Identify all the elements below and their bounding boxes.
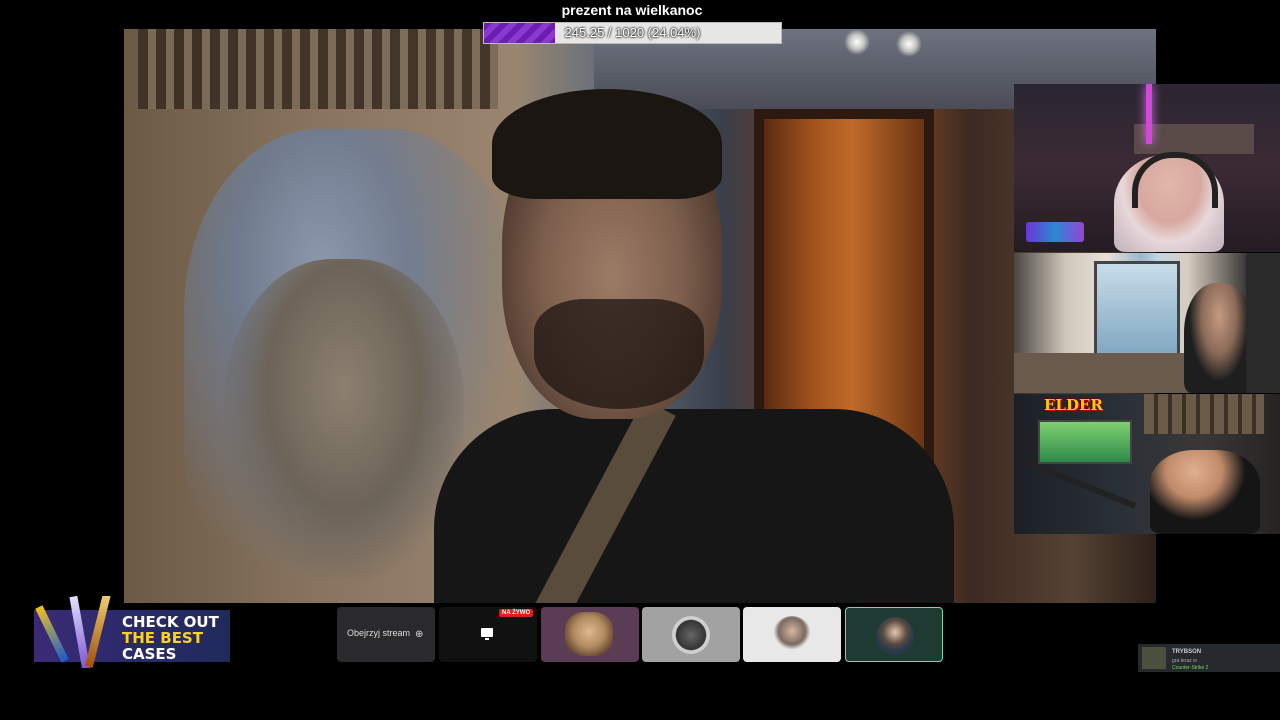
shelves: [1144, 394, 1264, 434]
avatar: [876, 617, 914, 655]
notification-game: Counter-Strike 2: [1172, 665, 1209, 671]
neon-light: [1146, 84, 1152, 144]
ceiling-light: [896, 31, 922, 57]
guest-cam-2-edge: [1246, 253, 1280, 393]
live-badge: NA ŻYWO: [499, 609, 534, 617]
watch-stream-label: Obejrzyj stream: [347, 628, 411, 638]
game-thumbnail: [1142, 647, 1166, 669]
notification-subtitle: gra teraz w: [1172, 658, 1197, 664]
streamer-hair: [492, 89, 722, 199]
participant-tile-4-active[interactable]: [845, 607, 943, 662]
rgb-keyboard: [1026, 222, 1084, 242]
live-tile[interactable]: NA ŻYWO: [439, 607, 537, 662]
streamer-body: [434, 409, 954, 603]
participant-tile-3[interactable]: [743, 607, 841, 662]
goal-progress-bar: 245.25 / 1020 (24.04%): [483, 22, 782, 44]
promo-line-1: CHECK OUT: [122, 613, 219, 631]
guest-cam-3: ELDER: [1014, 394, 1280, 534]
participant-tile-2[interactable]: [642, 607, 740, 662]
goal-progress-text: 245.25 / 1020 (24.04%): [564, 25, 701, 40]
shelf: [1134, 124, 1254, 154]
notification-name: TRYBSON: [1172, 649, 1202, 655]
window-shutter: [138, 29, 498, 109]
streamer-beard: [534, 299, 704, 409]
avatar: [773, 616, 811, 654]
guest-2-person: [1184, 283, 1246, 393]
avatar: [565, 612, 613, 656]
guest-cam-2: [1014, 253, 1246, 393]
balcony-window: [1094, 261, 1180, 359]
aquarium: [1038, 420, 1132, 464]
now-playing-notification: TRYBSON gra teraz w Counter-Strike 2: [1138, 644, 1280, 672]
guest-3-person: [1150, 450, 1260, 534]
microphone-arm: [1022, 458, 1137, 509]
promo-text: CHECK OUT THE BEST CASES: [122, 614, 230, 662]
monitor-icon: [481, 628, 493, 640]
ceiling-light: [844, 29, 870, 55]
goal-title: prezent na wielkanoc: [561, 2, 703, 18]
watch-stream-button[interactable]: Obejrzyj stream ⊕: [337, 607, 435, 662]
case-promo-banner[interactable]: CHECK OUT THE BEST CASES: [34, 596, 230, 668]
promo-line-2: THE BEST: [122, 629, 203, 647]
participant-tile-1[interactable]: [541, 607, 639, 662]
zoom-in-icon: ⊕: [415, 629, 424, 640]
elder-logo: ELDER: [1044, 396, 1103, 414]
main-camera-feed: [124, 29, 1156, 603]
mural-bull: [224, 259, 464, 579]
guest-cam-1: [1014, 84, 1280, 252]
promo-line-3: CASES: [122, 645, 177, 663]
avatar: [672, 616, 710, 654]
